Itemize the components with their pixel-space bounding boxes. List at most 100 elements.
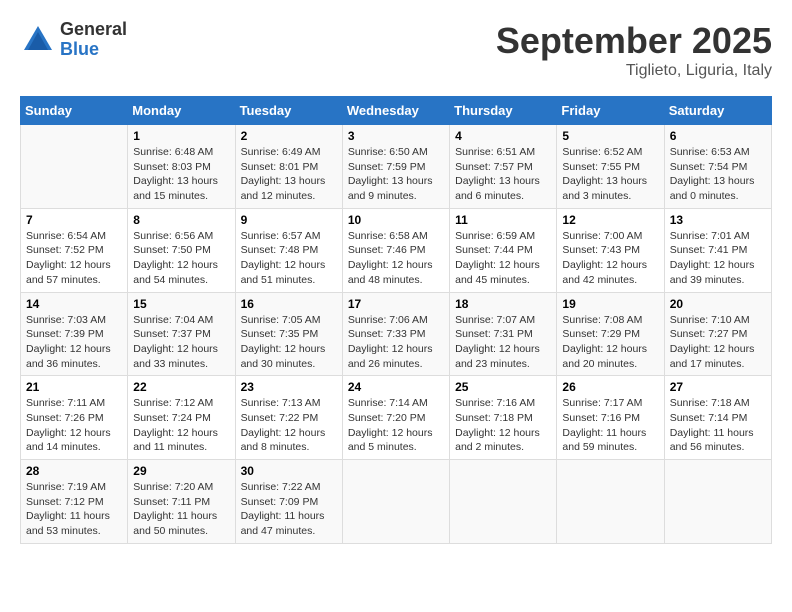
calendar-cell <box>21 125 128 209</box>
calendar-week-row: 28 Sunrise: 7:19 AMSunset: 7:12 PMDayligh… <box>21 460 772 544</box>
day-info: Sunrise: 6:50 AMSunset: 7:59 PMDaylight:… <box>348 145 444 204</box>
calendar-cell: 30 Sunrise: 7:22 AMSunset: 7:09 PMDayligh… <box>235 460 342 544</box>
calendar-cell: 26 Sunrise: 7:17 AMSunset: 7:16 PMDayligh… <box>557 376 664 460</box>
calendar-cell <box>664 460 771 544</box>
calendar-cell: 17 Sunrise: 7:06 AMSunset: 7:33 PMDayligh… <box>342 292 449 376</box>
calendar-cell: 14Sunrise: 7:03 AMSunset: 7:39 PMDayligh… <box>21 292 128 376</box>
day-info: Sunrise: 7:13 AMSunset: 7:22 PMDaylight:… <box>241 396 337 455</box>
day-number: 25 <box>455 380 551 394</box>
calendar-cell: 24 Sunrise: 7:14 AMSunset: 7:20 PMDayligh… <box>342 376 449 460</box>
day-number: 3 <box>348 129 444 143</box>
day-number: 11 <box>455 213 551 227</box>
calendar-cell: 25 Sunrise: 7:16 AMSunset: 7:18 PMDayligh… <box>450 376 557 460</box>
calendar-cell: 28 Sunrise: 7:19 AMSunset: 7:12 PMDayligh… <box>21 460 128 544</box>
day-info: Sunrise: 7:20 AMSunset: 7:11 PMDaylight:… <box>133 480 229 539</box>
day-info: Sunrise: 6:51 AMSunset: 7:57 PMDaylight:… <box>455 145 551 204</box>
header-thursday: Thursday <box>450 97 557 125</box>
day-info: Sunrise: 7:22 AMSunset: 7:09 PMDaylight:… <box>241 480 337 539</box>
day-number: 7 <box>26 213 122 227</box>
header-saturday: Saturday <box>664 97 771 125</box>
calendar-cell: 16 Sunrise: 7:05 AMSunset: 7:35 PMDayligh… <box>235 292 342 376</box>
calendar-cell <box>557 460 664 544</box>
location-text: Tiglieto, Liguria, Italy <box>496 62 772 80</box>
header-sunday: Sunday <box>21 97 128 125</box>
day-number: 17 <box>348 297 444 311</box>
day-info: Sunrise: 6:52 AMSunset: 7:55 PMDaylight:… <box>562 145 658 204</box>
day-number: 4 <box>455 129 551 143</box>
calendar-cell: 22 Sunrise: 7:12 AMSunset: 7:24 PMDayligh… <box>128 376 235 460</box>
calendar-cell: 2 Sunrise: 6:49 AMSunset: 8:01 PMDaylight… <box>235 125 342 209</box>
day-number: 21 <box>26 380 122 394</box>
day-number: 23 <box>241 380 337 394</box>
header-friday: Friday <box>557 97 664 125</box>
logo-blue-text: Blue <box>60 40 127 60</box>
day-number: 10 <box>348 213 444 227</box>
day-info: Sunrise: 7:00 AMSunset: 7:43 PMDaylight:… <box>562 229 658 288</box>
day-info: Sunrise: 6:49 AMSunset: 8:01 PMDaylight:… <box>241 145 337 204</box>
day-number: 20 <box>670 297 766 311</box>
day-number: 8 <box>133 213 229 227</box>
calendar-cell: 7 Sunrise: 6:54 AMSunset: 7:52 PMDaylight… <box>21 208 128 292</box>
day-number: 16 <box>241 297 337 311</box>
logo-general-text: General <box>60 20 127 40</box>
day-info: Sunrise: 7:10 AMSunset: 7:27 PMDaylight:… <box>670 313 766 372</box>
day-info: Sunrise: 7:11 AMSunset: 7:26 PMDaylight:… <box>26 396 122 455</box>
day-number: 9 <box>241 213 337 227</box>
day-info: Sunrise: 7:05 AMSunset: 7:35 PMDaylight:… <box>241 313 337 372</box>
calendar-cell: 3 Sunrise: 6:50 AMSunset: 7:59 PMDaylight… <box>342 125 449 209</box>
day-info: Sunrise: 6:58 AMSunset: 7:46 PMDaylight:… <box>348 229 444 288</box>
day-number: 26 <box>562 380 658 394</box>
header-tuesday: Tuesday <box>235 97 342 125</box>
day-number: 22 <box>133 380 229 394</box>
calendar-cell: 11 Sunrise: 6:59 AMSunset: 7:44 PMDayligh… <box>450 208 557 292</box>
calendar-week-row: 1 Sunrise: 6:48 AMSunset: 8:03 PMDaylight… <box>21 125 772 209</box>
day-info: Sunrise: 7:12 AMSunset: 7:24 PMDaylight:… <box>133 396 229 455</box>
day-number: 2 <box>241 129 337 143</box>
title-block: September 2025 Tiglieto, Liguria, Italy <box>496 20 772 80</box>
calendar-cell: 6Sunrise: 6:53 AMSunset: 7:54 PMDaylight… <box>664 125 771 209</box>
calendar-cell: 15Sunrise: 7:04 AMSunset: 7:37 PMDayligh… <box>128 292 235 376</box>
header-monday: Monday <box>128 97 235 125</box>
calendar-cell: 10 Sunrise: 6:58 AMSunset: 7:46 PMDayligh… <box>342 208 449 292</box>
day-info: Sunrise: 7:07 AMSunset: 7:31 PMDaylight:… <box>455 313 551 372</box>
calendar-cell: 4 Sunrise: 6:51 AMSunset: 7:57 PMDaylight… <box>450 125 557 209</box>
calendar-cell: 19 Sunrise: 7:08 AMSunset: 7:29 PMDayligh… <box>557 292 664 376</box>
day-number: 5 <box>562 129 658 143</box>
calendar-cell: 23 Sunrise: 7:13 AMSunset: 7:22 PMDayligh… <box>235 376 342 460</box>
day-info: Sunrise: 7:08 AMSunset: 7:29 PMDaylight:… <box>562 313 658 372</box>
calendar-cell: 29 Sunrise: 7:20 AMSunset: 7:11 PMDayligh… <box>128 460 235 544</box>
day-number: 18 <box>455 297 551 311</box>
day-info: Sunrise: 7:19 AMSunset: 7:12 PMDaylight:… <box>26 480 122 539</box>
day-number: 12 <box>562 213 658 227</box>
logo-icon <box>20 22 56 58</box>
day-info: Sunrise: 6:54 AMSunset: 7:52 PMDaylight:… <box>26 229 122 288</box>
calendar-header-row: SundayMondayTuesdayWednesdayThursdayFrid… <box>21 97 772 125</box>
day-number: 19 <box>562 297 658 311</box>
day-info: Sunrise: 6:56 AMSunset: 7:50 PMDaylight:… <box>133 229 229 288</box>
day-info: Sunrise: 6:48 AMSunset: 8:03 PMDaylight:… <box>133 145 229 204</box>
logo: General Blue <box>20 20 127 60</box>
month-title: September 2025 <box>496 20 772 62</box>
day-info: Sunrise: 7:17 AMSunset: 7:16 PMDaylight:… <box>562 396 658 455</box>
calendar-cell: 5 Sunrise: 6:52 AMSunset: 7:55 PMDaylight… <box>557 125 664 209</box>
calendar-week-row: 7 Sunrise: 6:54 AMSunset: 7:52 PMDaylight… <box>21 208 772 292</box>
day-number: 30 <box>241 464 337 478</box>
day-number: 15 <box>133 297 229 311</box>
day-info: Sunrise: 7:06 AMSunset: 7:33 PMDaylight:… <box>348 313 444 372</box>
day-number: 24 <box>348 380 444 394</box>
calendar-table: SundayMondayTuesdayWednesdayThursdayFrid… <box>20 96 772 544</box>
calendar-cell: 8 Sunrise: 6:56 AMSunset: 7:50 PMDaylight… <box>128 208 235 292</box>
calendar-cell: 12 Sunrise: 7:00 AMSunset: 7:43 PMDayligh… <box>557 208 664 292</box>
day-info: Sunrise: 6:59 AMSunset: 7:44 PMDaylight:… <box>455 229 551 288</box>
calendar-cell <box>450 460 557 544</box>
day-info: Sunrise: 7:01 AMSunset: 7:41 PMDaylight:… <box>670 229 766 288</box>
day-info: Sunrise: 7:16 AMSunset: 7:18 PMDaylight:… <box>455 396 551 455</box>
day-number: 28 <box>26 464 122 478</box>
header-wednesday: Wednesday <box>342 97 449 125</box>
day-number: 1 <box>133 129 229 143</box>
day-number: 29 <box>133 464 229 478</box>
calendar-cell: 20 Sunrise: 7:10 AMSunset: 7:27 PMDayligh… <box>664 292 771 376</box>
day-info: Sunrise: 7:14 AMSunset: 7:20 PMDaylight:… <box>348 396 444 455</box>
calendar-cell: 13Sunrise: 7:01 AMSunset: 7:41 PMDayligh… <box>664 208 771 292</box>
calendar-cell: 1 Sunrise: 6:48 AMSunset: 8:03 PMDaylight… <box>128 125 235 209</box>
